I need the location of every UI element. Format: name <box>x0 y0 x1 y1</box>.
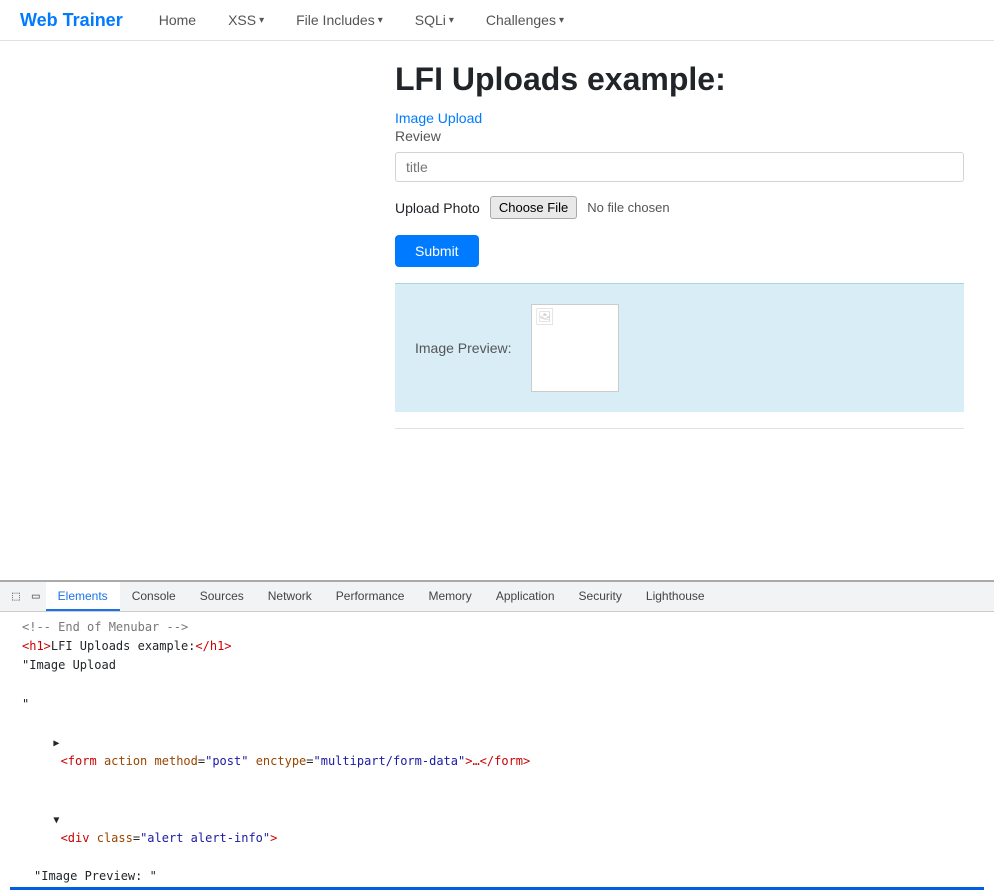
devtools-cursor-icon[interactable]: ⬚ <box>6 582 26 611</box>
image-preview-label: Image Preview: <box>415 340 511 356</box>
nav-sqli[interactable]: SQLi ▾ <box>409 8 460 32</box>
code-line-7[interactable]: <div class="alert alert-info"> <box>10 791 984 868</box>
div-expand-triangle[interactable] <box>53 815 59 826</box>
nav-challenges[interactable]: Challenges ▾ <box>480 8 570 32</box>
devtools-content: <!-- End of Menubar --> <h1>LFI Uploads … <box>0 612 994 890</box>
code-line-1: <!-- End of Menubar --> <box>10 618 984 637</box>
devtools-panel: ⬚ ▭ Elements Console Sources Network Per… <box>0 580 994 890</box>
form-section-label: Image Upload <box>395 110 964 126</box>
code-line-8: "Image Preview: " <box>10 867 984 886</box>
section-divider <box>395 428 964 429</box>
nav-file-includes[interactable]: File Includes ▾ <box>290 8 389 32</box>
tab-security[interactable]: Security <box>567 582 634 611</box>
code-line-5: " <box>10 695 984 714</box>
no-file-text: No file chosen <box>587 200 669 215</box>
code-line-4 <box>10 676 984 695</box>
tab-console[interactable]: Console <box>120 582 188 611</box>
upload-label: Upload Photo <box>395 200 480 216</box>
main-content: LFI Uploads example: Image Upload Review… <box>0 41 994 465</box>
nav-home[interactable]: Home <box>153 8 202 32</box>
image-preview-box: Image Preview: <box>395 283 964 412</box>
devtools-mobile-icon[interactable]: ▭ <box>26 582 46 611</box>
form-sublabel: Review <box>395 128 964 144</box>
code-line-3: "Image Upload <box>10 656 984 675</box>
submit-button[interactable]: Submit <box>395 235 479 267</box>
tab-network[interactable]: Network <box>256 582 324 611</box>
tab-elements[interactable]: Elements <box>46 582 120 611</box>
form-expand-triangle[interactable] <box>53 738 59 749</box>
tab-memory[interactable]: Memory <box>416 582 483 611</box>
preview-image <box>531 304 619 392</box>
upload-row: Upload Photo Choose File No file chosen <box>395 196 964 219</box>
tab-performance[interactable]: Performance <box>324 582 417 611</box>
code-line-6[interactable]: <form action method="post" enctype="mult… <box>10 714 984 791</box>
navbar: Web Trainer Home XSS ▾ File Includes ▾ S… <box>0 0 994 41</box>
tab-application[interactable]: Application <box>484 582 567 611</box>
file-includes-caret-icon: ▾ <box>378 15 383 26</box>
xss-caret-icon: ▾ <box>259 15 264 26</box>
challenges-caret-icon: ▾ <box>559 15 564 26</box>
tab-sources[interactable]: Sources <box>188 582 256 611</box>
choose-file-button[interactable]: Choose File <box>490 196 577 219</box>
nav-xss[interactable]: XSS ▾ <box>222 8 270 32</box>
sqli-caret-icon: ▾ <box>449 15 454 26</box>
navbar-brand[interactable]: Web Trainer <box>20 10 123 31</box>
code-line-2[interactable]: <h1>LFI Uploads example:</h1> <box>10 637 984 656</box>
code-line-9-selected[interactable]: <img src="uploads/payload.jpg" height="8… <box>10 887 984 890</box>
page-title: LFI Uploads example: <box>395 61 964 98</box>
tab-lighthouse[interactable]: Lighthouse <box>634 582 717 611</box>
devtools-tabs: ⬚ ▭ Elements Console Sources Network Per… <box>0 582 994 612</box>
title-input[interactable] <box>395 152 964 182</box>
